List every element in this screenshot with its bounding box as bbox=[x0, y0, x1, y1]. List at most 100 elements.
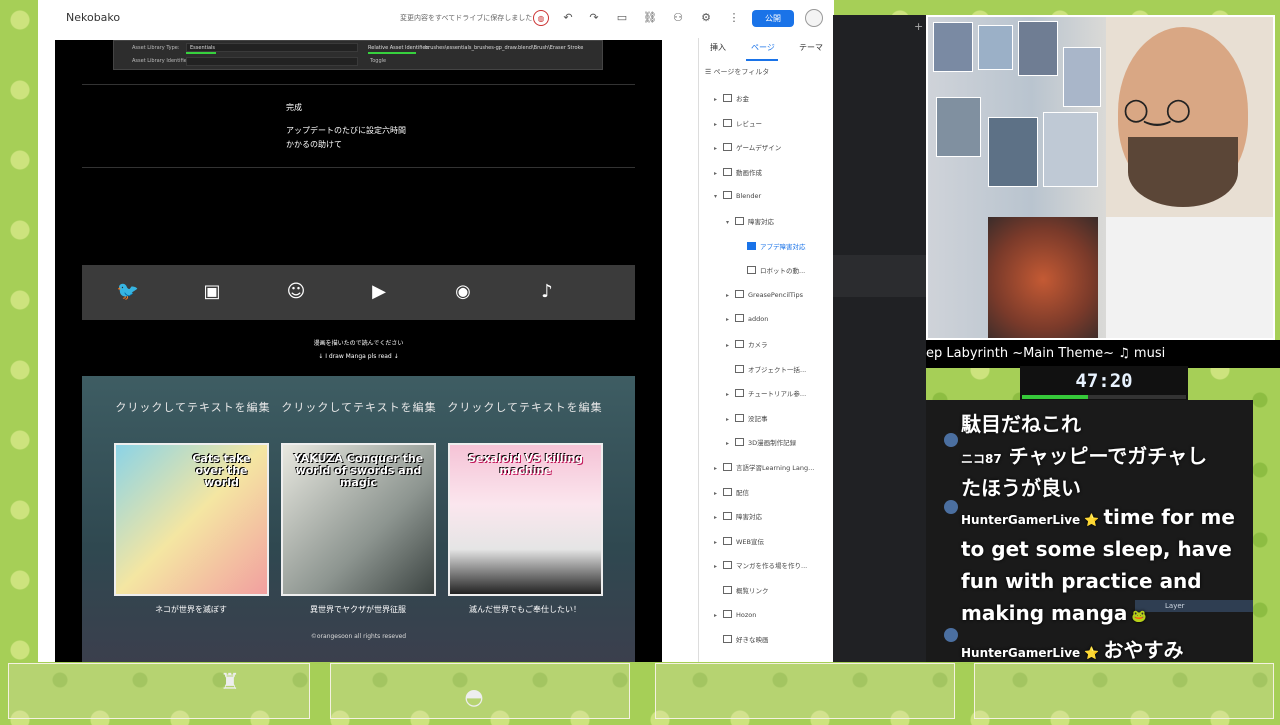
page-tree-item[interactable]: ▸ ゲームデザイン bbox=[714, 142, 781, 158]
expand-toggle-icon[interactable]: ▾ bbox=[726, 219, 735, 226]
click-edit-text-2[interactable]: クリックしてテキストを編集 bbox=[274, 398, 444, 417]
page-tree-item[interactable]: ▸ チュートリアル参... bbox=[726, 388, 806, 404]
toggle-label[interactable]: Toggle bbox=[370, 58, 386, 64]
expand-toggle-icon[interactable]: ▸ bbox=[726, 292, 735, 299]
page-icon bbox=[723, 536, 732, 545]
twitter-icon[interactable]: 🐦 bbox=[113, 279, 143, 305]
chat-line: 駄目だねこれ bbox=[961, 412, 1081, 436]
expand-toggle-icon[interactable]: ▸ bbox=[714, 539, 723, 546]
page-tree-item[interactable]: ▸ 3D漫画制作記録 bbox=[726, 437, 796, 453]
page-tree-item[interactable]: ▸ レビュー bbox=[714, 118, 762, 134]
expand-toggle-icon[interactable]: ▸ bbox=[726, 416, 735, 423]
share-icon[interactable]: ⚇ bbox=[670, 10, 686, 26]
done-line-1: アップデートのたびに設定六時間 bbox=[286, 126, 406, 135]
chat-line: ニコ87 チャッピーでガチャし bbox=[961, 440, 1207, 469]
settings-icon[interactable]: ⚙ bbox=[698, 10, 714, 26]
pixiv-icon[interactable]: ☺ bbox=[281, 279, 311, 305]
page-icon bbox=[723, 561, 732, 570]
device-preview-icon[interactable]: ▭ bbox=[614, 10, 630, 26]
twitch-icon[interactable]: ▣ bbox=[197, 279, 227, 305]
page-tree-item[interactable]: ▸ Hozon bbox=[714, 609, 756, 626]
page-tree-item[interactable]: ▸ 配信 bbox=[714, 487, 749, 503]
page-tree-item[interactable]: ▸ 動画作成 bbox=[714, 167, 762, 183]
expand-toggle-icon[interactable]: ▸ bbox=[714, 170, 723, 177]
expand-toggle-icon[interactable]: ▸ bbox=[726, 342, 735, 349]
page-icon bbox=[735, 364, 744, 373]
expand-toggle-icon[interactable]: ▸ bbox=[714, 96, 723, 103]
page-tree-item[interactable]: ▸ カメラ bbox=[726, 339, 768, 355]
page-tree-item[interactable]: ロボットの動... bbox=[738, 265, 805, 281]
publish-button[interactable]: 公開 bbox=[752, 10, 794, 27]
page-tree-item[interactable]: ▸ 言語学習Learning Lang... bbox=[714, 462, 814, 478]
chat-line: HunterGamerLive ⭐ time for me bbox=[961, 505, 1235, 529]
manga-cover-yakuza[interactable]: YAKUZA Conquer the world of swords and m… bbox=[281, 443, 436, 596]
cover-caption-2[interactable]: 異世界でヤクザが世界征服 bbox=[278, 604, 438, 615]
page-tree-item[interactable]: ▸ マンガを作る場を作り... bbox=[714, 560, 807, 576]
done-heading[interactable]: 完成 bbox=[286, 102, 302, 113]
page-tree-label: 概覧リンク bbox=[736, 587, 769, 595]
manga-cover-sexaloid[interactable]: Sexaloid VS killing machine bbox=[448, 443, 603, 596]
asset-id-field[interactable] bbox=[186, 57, 358, 66]
expand-toggle-icon[interactable]: ▸ bbox=[714, 612, 723, 619]
expand-toggle-icon[interactable]: ▸ bbox=[714, 563, 723, 570]
page-tree-label: マンガを作る場を作り... bbox=[736, 562, 808, 571]
page-tree-item[interactable]: 好きな映画 bbox=[714, 634, 769, 650]
click-edit-text-1[interactable]: クリックしてテキストを編集 bbox=[108, 398, 278, 417]
asset-type-field[interactable]: Essentials bbox=[186, 43, 358, 52]
expand-toggle-icon[interactable]: ▾ bbox=[714, 193, 723, 200]
page-tree-item[interactable]: アプデ障害対応 bbox=[738, 241, 806, 257]
cover-caption-1[interactable]: ネコが世界を滅ぼす bbox=[111, 604, 271, 615]
stats-icon[interactable]: ◍ bbox=[533, 10, 549, 26]
expand-toggle-icon[interactable]: ▸ bbox=[714, 490, 723, 497]
tab-pages[interactable]: ページ bbox=[751, 42, 775, 53]
page-tree-item[interactable]: 概覧リンク bbox=[714, 585, 769, 601]
chat-line: fun with practice and bbox=[961, 569, 1202, 593]
relative-id-value[interactable]: brushes\essentials_brushes-gp_draw.blend… bbox=[425, 45, 583, 51]
cover-title: YAKUZA Conquer the world of swords and m… bbox=[293, 452, 424, 489]
page-filter[interactable]: ☰ ページをフィルタ bbox=[705, 67, 769, 77]
link-icon[interactable]: ⛓ bbox=[642, 10, 658, 26]
chat-line: to get some sleep, have bbox=[961, 537, 1232, 561]
page-tree-item[interactable]: ▸ WEB宣伝 bbox=[714, 536, 764, 552]
page-tree-item[interactable]: ▸ お金 bbox=[714, 93, 749, 109]
expand-toggle-icon[interactable]: ▸ bbox=[714, 514, 723, 521]
page-tree-item[interactable]: ▸ 没記事 bbox=[726, 413, 768, 429]
redo-icon[interactable]: ↷ bbox=[586, 10, 602, 26]
expand-toggle-icon[interactable]: ▸ bbox=[714, 145, 723, 152]
page-tree-item[interactable]: ▸ GreasePencilTips bbox=[726, 289, 803, 306]
document-title[interactable]: Nekobako bbox=[66, 11, 120, 24]
page-tree-item[interactable]: ▸ addon bbox=[726, 314, 768, 330]
streamer-beard bbox=[1128, 137, 1238, 207]
expand-toggle-icon[interactable]: ▸ bbox=[726, 391, 735, 398]
relative-id-label: Relative Asset Identifier: bbox=[368, 45, 430, 51]
expand-toggle-icon[interactable]: ▸ bbox=[714, 121, 723, 128]
done-text[interactable]: アップデートのたびに設定六時間 かかるの助けて bbox=[286, 124, 436, 152]
cover-caption-3[interactable]: 滅んだ世界でもご奉仕したい！ bbox=[445, 604, 605, 615]
youtube-icon[interactable]: ▶ bbox=[364, 279, 394, 305]
page-tree-item[interactable]: ▾ Blender bbox=[714, 191, 761, 207]
plus-icon[interactable]: + bbox=[914, 20, 923, 33]
save-status: 変更内容をすべてドライブに保存しました bbox=[400, 14, 533, 22]
filter-label: ページをフィルタ bbox=[713, 68, 770, 76]
expand-toggle-icon[interactable]: ▸ bbox=[714, 465, 723, 472]
page-tree-label: アプデ障害対応 bbox=[760, 242, 806, 251]
tab-insert[interactable]: 挿入 bbox=[710, 42, 726, 53]
discord-icon[interactable]: ◉ bbox=[448, 279, 478, 305]
tiktok-icon[interactable]: ♪ bbox=[532, 279, 562, 305]
manga-cover-cats[interactable]: Cats take over the world bbox=[114, 443, 269, 596]
page-tree-item[interactable]: オブジェクト一括... bbox=[726, 364, 806, 380]
page-tree-label: 言語学習Learning Lang... bbox=[736, 464, 815, 472]
chat-username: HunterGamerLive bbox=[961, 646, 1081, 660]
more-icon[interactable]: ⋮ bbox=[726, 10, 742, 26]
undo-icon[interactable]: ↶ bbox=[560, 10, 576, 26]
page-tree-item[interactable]: ▸ 障害対応 bbox=[714, 511, 762, 527]
tab-theme[interactable]: テーマ bbox=[799, 42, 823, 53]
page-tree-item[interactable]: ▾ 障害対応 bbox=[726, 216, 774, 232]
click-edit-text-3[interactable]: クリックしてテキストを編集 bbox=[440, 398, 610, 417]
expand-toggle-icon[interactable]: ▸ bbox=[726, 316, 735, 323]
page-tree-label: 3D漫画制作記録 bbox=[748, 439, 797, 448]
manga-note: 漫画を描いたので読んでください ↓ I draw Manga pls read ↓ bbox=[82, 337, 635, 363]
account-avatar[interactable] bbox=[805, 9, 823, 27]
cover-title: Sexaloid VS killing machine bbox=[467, 452, 584, 477]
expand-toggle-icon[interactable]: ▸ bbox=[726, 440, 735, 447]
